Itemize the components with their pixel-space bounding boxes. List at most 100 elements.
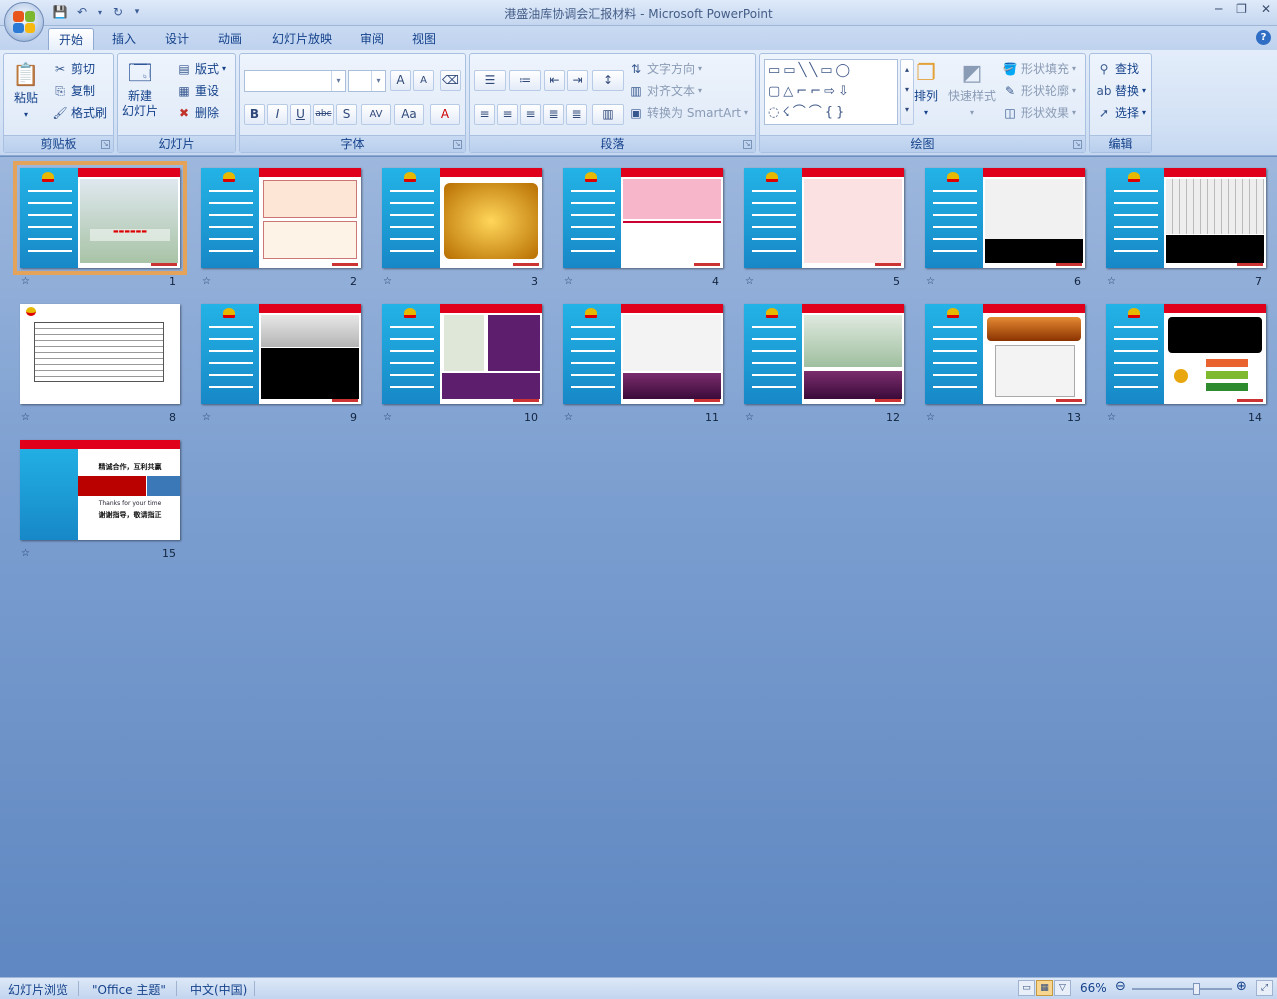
transition-star-icon[interactable]: ☆ [564,276,573,287]
convert-smartart-button[interactable]: ▣ 转换为 SmartArt ▾ [628,104,748,121]
dialog-launcher-icon[interactable]: ↘ [101,140,110,149]
transition-star-icon[interactable]: ☆ [202,276,211,287]
slide-sorter-view-button[interactable]: ▦ [1036,980,1053,996]
tab-home[interactable]: 开始 [48,28,94,50]
numbering-icon[interactable]: ≔ [509,70,541,91]
char-spacing-button[interactable]: AV [361,104,391,125]
office-button[interactable] [4,2,44,42]
slide-thumbnail[interactable] [563,168,723,268]
line-spacing-icon[interactable]: ↕ [592,70,624,91]
grow-font-button[interactable]: A [390,70,411,91]
tab-slideshow[interactable]: 幻灯片放映 [262,28,342,50]
slide-thumbnail[interactable] [201,304,361,404]
align-right-icon[interactable]: ≡ [520,104,541,125]
change-case-button[interactable]: Aa [394,104,424,125]
transition-star-icon[interactable]: ☆ [926,412,935,423]
slide-thumbnail[interactable] [382,168,542,268]
tab-view[interactable]: 视图 [404,28,444,50]
slide-thumbnail[interactable]: ▬▬▬▬▬▬ [13,161,187,275]
dialog-launcher-icon[interactable]: ↘ [743,140,752,149]
new-slide-button[interactable]: 🗔 新建 幻灯片 [122,58,158,119]
find-button[interactable]: ⚲ 查找 [1096,60,1139,77]
slide-thumbnail[interactable] [1106,168,1266,268]
font-color-button[interactable]: A [430,104,460,125]
transition-star-icon[interactable]: ☆ [21,276,30,287]
quick-styles-button[interactable]: ◩ 快速样式 ▾ [948,58,996,120]
slide-thumbnail[interactable] [20,304,180,404]
underline-button[interactable]: U [290,104,311,125]
shape-outline-button[interactable]: ✎ 形状轮廓 ▾ [1002,82,1076,99]
transition-star-icon[interactable]: ☆ [564,412,573,423]
tab-review[interactable]: 审阅 [352,28,392,50]
font-size-combo[interactable]: ▾ [348,70,386,92]
transition-star-icon[interactable]: ☆ [926,276,935,287]
slide-thumbnail[interactable]: 精诚合作，互利共赢 Thanks for your time 谢谢指导，敬请指正 [20,440,180,540]
tab-design[interactable]: 设计 [157,28,197,50]
normal-view-button[interactable]: ▭ [1018,980,1035,996]
replace-button[interactable]: ab 替换 ▾ [1096,82,1147,99]
transition-star-icon[interactable]: ☆ [1107,276,1116,287]
maximize-button[interactable]: ❐ [1236,2,1247,16]
transition-star-icon[interactable]: ☆ [383,412,392,423]
font-name-combo[interactable]: ▾ [244,70,346,92]
slide-thumbnail[interactable] [925,304,1085,404]
slide-thumbnail[interactable] [201,168,361,268]
strikethrough-button[interactable]: abc [313,104,334,125]
align-center-icon[interactable]: ≡ [497,104,518,125]
increase-indent-icon[interactable]: ⇥ [567,70,588,91]
shrink-font-button[interactable]: A [413,70,434,91]
help-icon[interactable]: ? [1256,30,1271,45]
format-painter-button[interactable]: 🖌 格式刷 [52,104,107,121]
close-button[interactable]: ✕ [1261,2,1271,16]
decrease-indent-icon[interactable]: ⇤ [544,70,565,91]
justify-icon[interactable]: ≣ [543,104,564,125]
layout-button[interactable]: ▤ 版式 ▾ [176,60,226,77]
slide-thumbnail[interactable] [744,304,904,404]
select-button[interactable]: ➚ 选择 ▾ [1096,104,1146,121]
slide-thumbnail[interactable] [925,168,1085,268]
bullets-icon[interactable]: ☰ [474,70,506,91]
copy-button[interactable]: ⎘ 复制 [52,82,95,99]
slide-thumbnail[interactable] [563,304,723,404]
align-text-button[interactable]: ▥ 对齐文本 ▾ [628,82,702,99]
dialog-launcher-icon[interactable]: ↘ [453,140,462,149]
text-direction-button[interactable]: ⇅ 文字方向 ▾ [628,60,702,77]
shadow-button[interactable]: S [336,104,357,125]
slide-thumbnail[interactable] [382,304,542,404]
theme-label[interactable]: "Office 主题" [92,981,166,998]
zoom-out-icon[interactable]: ⊖ [1115,979,1126,994]
delete-button[interactable]: ✖ 删除 [176,104,219,121]
transition-star-icon[interactable]: ☆ [202,412,211,423]
shapes-gallery[interactable]: ▭▭╲╲▭◯ ▢△⌐⌐⇨⇩ ◌☇⌒⌒{} [764,59,898,125]
shape-fill-button[interactable]: 🪣 形状填充 ▾ [1002,60,1077,77]
language-label[interactable]: 中文(中国) [190,981,247,998]
zoom-level[interactable]: 66% [1080,981,1107,995]
align-left-icon[interactable]: ≡ [474,104,495,125]
dialog-launcher-icon[interactable]: ↘ [1073,140,1082,149]
bold-button[interactable]: B [244,104,265,125]
slide-thumbnail[interactable] [744,168,904,268]
slide-thumbnail[interactable] [1106,304,1266,404]
zoom-in-icon[interactable]: ⊕ [1236,979,1247,994]
tab-insert[interactable]: 插入 [104,28,144,50]
transition-star-icon[interactable]: ☆ [21,412,30,423]
minimize-button[interactable]: ─ [1215,2,1222,16]
zoom-slider-thumb[interactable] [1193,983,1200,995]
slideshow-view-button[interactable]: ▽ [1054,980,1071,996]
zoom-slider[interactable] [1132,983,1232,995]
transition-star-icon[interactable]: ☆ [1107,412,1116,423]
tab-animations[interactable]: 动画 [210,28,250,50]
cut-button[interactable]: ✂ 剪切 [52,60,95,77]
clear-format-icon[interactable]: ⌫ [440,70,461,91]
fit-to-window-button[interactable]: ⤢ [1256,980,1273,996]
reset-button[interactable]: ▦ 重设 [176,82,219,99]
arrange-button[interactable]: ❐ 排列 ▾ [910,58,942,120]
columns-icon[interactable]: ▥ [592,104,624,125]
transition-star-icon[interactable]: ☆ [745,412,754,423]
transition-star-icon[interactable]: ☆ [745,276,754,287]
shape-effects-button[interactable]: ◫ 形状效果 ▾ [1002,104,1076,121]
distribute-icon[interactable]: ≣ [566,104,587,125]
italic-button[interactable]: I [267,104,288,125]
transition-star-icon[interactable]: ☆ [21,548,30,559]
transition-star-icon[interactable]: ☆ [383,276,392,287]
